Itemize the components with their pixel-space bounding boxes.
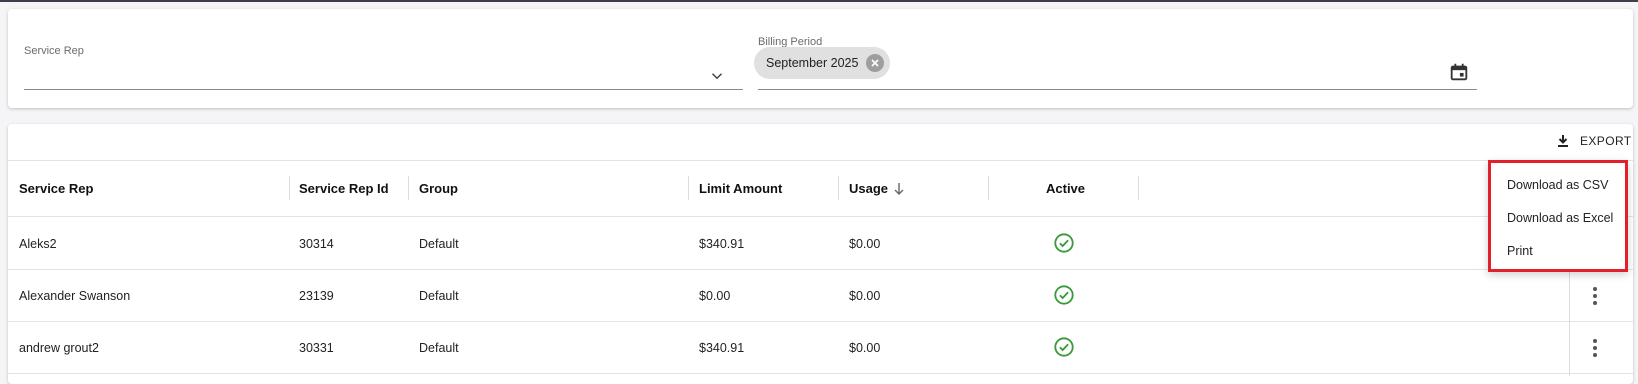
menu-item-download-csv[interactable]: Download as CSV bbox=[1507, 178, 1608, 192]
column-separator[interactable] bbox=[988, 176, 989, 200]
column-separator[interactable] bbox=[838, 176, 839, 200]
check-circle-icon bbox=[1054, 285, 1074, 305]
column-header-limit-amount[interactable]: Limit Amount bbox=[699, 181, 782, 196]
calendar-icon[interactable] bbox=[1448, 61, 1470, 83]
header-top-divider bbox=[8, 160, 1633, 161]
export-label: EXPORT bbox=[1580, 134, 1632, 148]
service-rep-label: Service Rep bbox=[24, 45, 84, 57]
column-separator[interactable] bbox=[1138, 176, 1139, 200]
check-circle-icon bbox=[1054, 337, 1074, 357]
menu-item-download-excel[interactable]: Download as Excel bbox=[1507, 211, 1613, 225]
close-circle-icon[interactable] bbox=[866, 54, 885, 72]
cell-group: Default bbox=[419, 341, 459, 355]
billing-period-underline bbox=[758, 89, 1477, 90]
service-rep-underline bbox=[24, 89, 743, 90]
table-row[interactable] bbox=[8, 217, 1633, 269]
cell-service-rep: Aleks2 bbox=[19, 237, 57, 251]
cell-service-rep-id: 23139 bbox=[299, 289, 334, 303]
cell-limit-amount: $340.91 bbox=[699, 341, 745, 355]
cell-usage: $0.00 bbox=[849, 289, 881, 303]
service-rep-select[interactable] bbox=[24, 60, 743, 90]
cell-group: Default bbox=[419, 237, 459, 251]
column-header-service-rep-id[interactable]: Service Rep Id bbox=[299, 181, 389, 196]
chevron-down-icon[interactable] bbox=[708, 67, 726, 85]
top-bar bbox=[0, 0, 1638, 2]
cell-limit-amount: $340.91 bbox=[699, 237, 745, 251]
download-icon bbox=[1558, 135, 1568, 147]
actions-column-divider bbox=[1569, 270, 1570, 376]
cell-service-rep-id: 30314 bbox=[299, 237, 334, 251]
cell-usage: $0.00 bbox=[849, 341, 881, 355]
cell-group: Default bbox=[419, 289, 459, 303]
billing-period-chip[interactable]: September 2025 bbox=[754, 47, 891, 79]
check-circle-icon bbox=[1054, 233, 1074, 253]
arrow-down-icon[interactable] bbox=[893, 182, 905, 196]
column-separator[interactable] bbox=[688, 176, 689, 200]
table-row[interactable] bbox=[8, 270, 1633, 321]
cell-usage: $0.00 bbox=[849, 237, 881, 251]
cell-limit-amount: $0.00 bbox=[699, 289, 731, 303]
row-divider bbox=[8, 373, 1633, 374]
export-menu: Download as CSV Download as Excel Print bbox=[1488, 160, 1628, 272]
cell-service-rep: andrew grout2 bbox=[19, 341, 99, 355]
column-separator[interactable] bbox=[289, 176, 290, 200]
cell-service-rep: Alexander Swanson bbox=[19, 289, 131, 303]
column-header-group[interactable]: Group bbox=[419, 181, 458, 196]
more-vertical-icon[interactable] bbox=[1592, 286, 1598, 306]
cell-service-rep-id: 30331 bbox=[299, 341, 334, 355]
more-vertical-icon[interactable] bbox=[1592, 338, 1598, 358]
chip-label: September 2025 bbox=[766, 56, 859, 70]
column-header-usage[interactable]: Usage bbox=[849, 181, 888, 196]
export-button[interactable]: EXPORT bbox=[1556, 134, 1632, 148]
column-header-service-rep[interactable]: Service Rep bbox=[19, 181, 93, 196]
column-header-active[interactable]: Active bbox=[1046, 181, 1085, 196]
column-separator[interactable] bbox=[408, 176, 409, 200]
menu-item-print[interactable]: Print bbox=[1507, 244, 1533, 258]
table-row[interactable] bbox=[8, 322, 1633, 374]
